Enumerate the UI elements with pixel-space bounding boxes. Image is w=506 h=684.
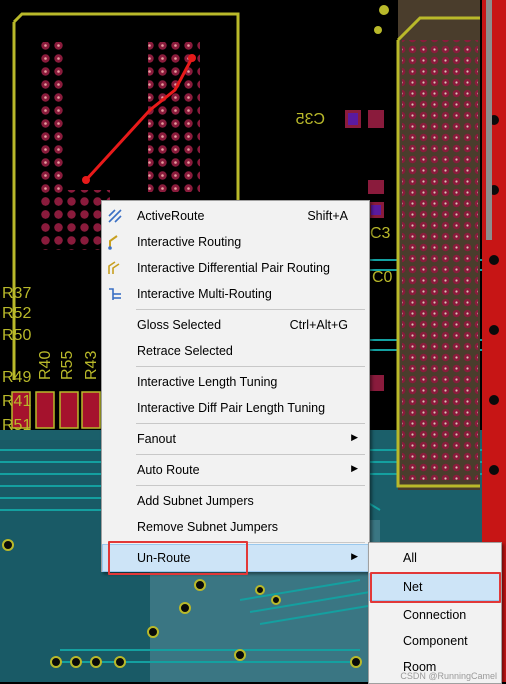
label-r49: R49 bbox=[2, 369, 31, 386]
menu-separator bbox=[136, 485, 365, 486]
label-r52: R52 bbox=[2, 305, 31, 322]
menu-item-label: Gloss Selected bbox=[137, 318, 222, 332]
menu-item-gloss-selected[interactable]: Gloss Selected Ctrl+Alt+G bbox=[103, 312, 368, 338]
menu-item-label: Interactive Length Tuning bbox=[137, 375, 278, 389]
submenu-item-label: All bbox=[403, 551, 417, 565]
label-r55: R55 bbox=[59, 351, 76, 380]
menu-item-retrace-selected[interactable]: Retrace Selected bbox=[103, 338, 368, 364]
menu-item-add-subnet-jumpers[interactable]: Add Subnet Jumpers bbox=[103, 488, 368, 514]
menu-item-label: Auto Route bbox=[137, 463, 200, 477]
menu-item-auto-route[interactable]: Auto Route ▶ bbox=[103, 457, 368, 483]
menu-item-interactive-multi-routing[interactable]: Interactive Multi-Routing bbox=[103, 281, 368, 307]
menu-item-label: Remove Subnet Jumpers bbox=[137, 520, 279, 534]
menu-item-label: Interactive Differential Pair Routing bbox=[137, 261, 330, 275]
menu-item-activeroute[interactable]: ActiveRoute Shift+A bbox=[103, 203, 368, 229]
diff-pair-routing-icon bbox=[107, 260, 123, 276]
menu-item-interactive-routing[interactable]: Interactive Routing bbox=[103, 229, 368, 255]
menu-item-label: Interactive Diff Pair Length Tuning bbox=[137, 401, 326, 415]
submenu-item-connection[interactable]: Connection bbox=[370, 602, 500, 628]
menu-item-remove-subnet-jumpers[interactable]: Remove Subnet Jumpers bbox=[103, 514, 368, 540]
menu-item-shortcut: Ctrl+Alt+G bbox=[289, 318, 348, 332]
menu-item-label: ActiveRoute bbox=[137, 209, 205, 223]
menu-item-shortcut: Shift+A bbox=[307, 209, 348, 223]
submenu-item-label: Component bbox=[403, 634, 468, 648]
menu-separator bbox=[136, 366, 365, 367]
menu-separator bbox=[136, 309, 365, 310]
unroute-submenu: All Net Connection Component Room CSDN @… bbox=[368, 542, 502, 684]
label-r41: R41 bbox=[2, 393, 31, 410]
submenu-item-all[interactable]: All bbox=[370, 545, 500, 571]
watermark: CSDN @RunningCamel bbox=[400, 671, 497, 681]
active-route-icon bbox=[107, 208, 123, 224]
label-r40: R40 bbox=[37, 351, 54, 380]
label-c0: C0 bbox=[372, 269, 393, 286]
label-c3: C3 bbox=[370, 225, 391, 242]
submenu-arrow-icon: ▶ bbox=[351, 432, 358, 442]
submenu-item-component[interactable]: Component bbox=[370, 628, 500, 654]
label-r43: R43 bbox=[83, 351, 100, 380]
menu-separator bbox=[136, 423, 365, 424]
context-menu: ActiveRoute Shift+A Interactive Routing … bbox=[101, 200, 370, 572]
menu-item-label: Fanout bbox=[137, 432, 176, 446]
label-r50: R50 bbox=[2, 327, 31, 344]
menu-item-interactive-diff-pair-length-tuning[interactable]: Interactive Diff Pair Length Tuning bbox=[103, 395, 368, 421]
label-c35: C35 bbox=[296, 111, 325, 128]
submenu-item-label: Connection bbox=[403, 608, 467, 622]
menu-item-label: Interactive Routing bbox=[137, 235, 242, 249]
annotation-box-net bbox=[370, 572, 501, 603]
annotation-box-un-route bbox=[108, 541, 248, 575]
submenu-arrow-icon: ▶ bbox=[351, 463, 358, 473]
menu-item-label: Interactive Multi-Routing bbox=[137, 287, 272, 301]
menu-item-label: Add Subnet Jumpers bbox=[137, 494, 254, 508]
multi-routing-icon bbox=[107, 286, 123, 302]
menu-separator bbox=[136, 454, 365, 455]
menu-item-fanout[interactable]: Fanout ▶ bbox=[103, 426, 368, 452]
menu-item-label: Retrace Selected bbox=[137, 344, 233, 358]
label-r37: R37 bbox=[2, 285, 31, 302]
menu-item-interactive-diff-pair-routing[interactable]: Interactive Differential Pair Routing bbox=[103, 255, 368, 281]
submenu-arrow-icon: ▶ bbox=[351, 551, 358, 561]
menu-item-interactive-length-tuning[interactable]: Interactive Length Tuning bbox=[103, 369, 368, 395]
label-r51: R51 bbox=[2, 417, 31, 434]
interactive-routing-icon bbox=[107, 234, 123, 250]
